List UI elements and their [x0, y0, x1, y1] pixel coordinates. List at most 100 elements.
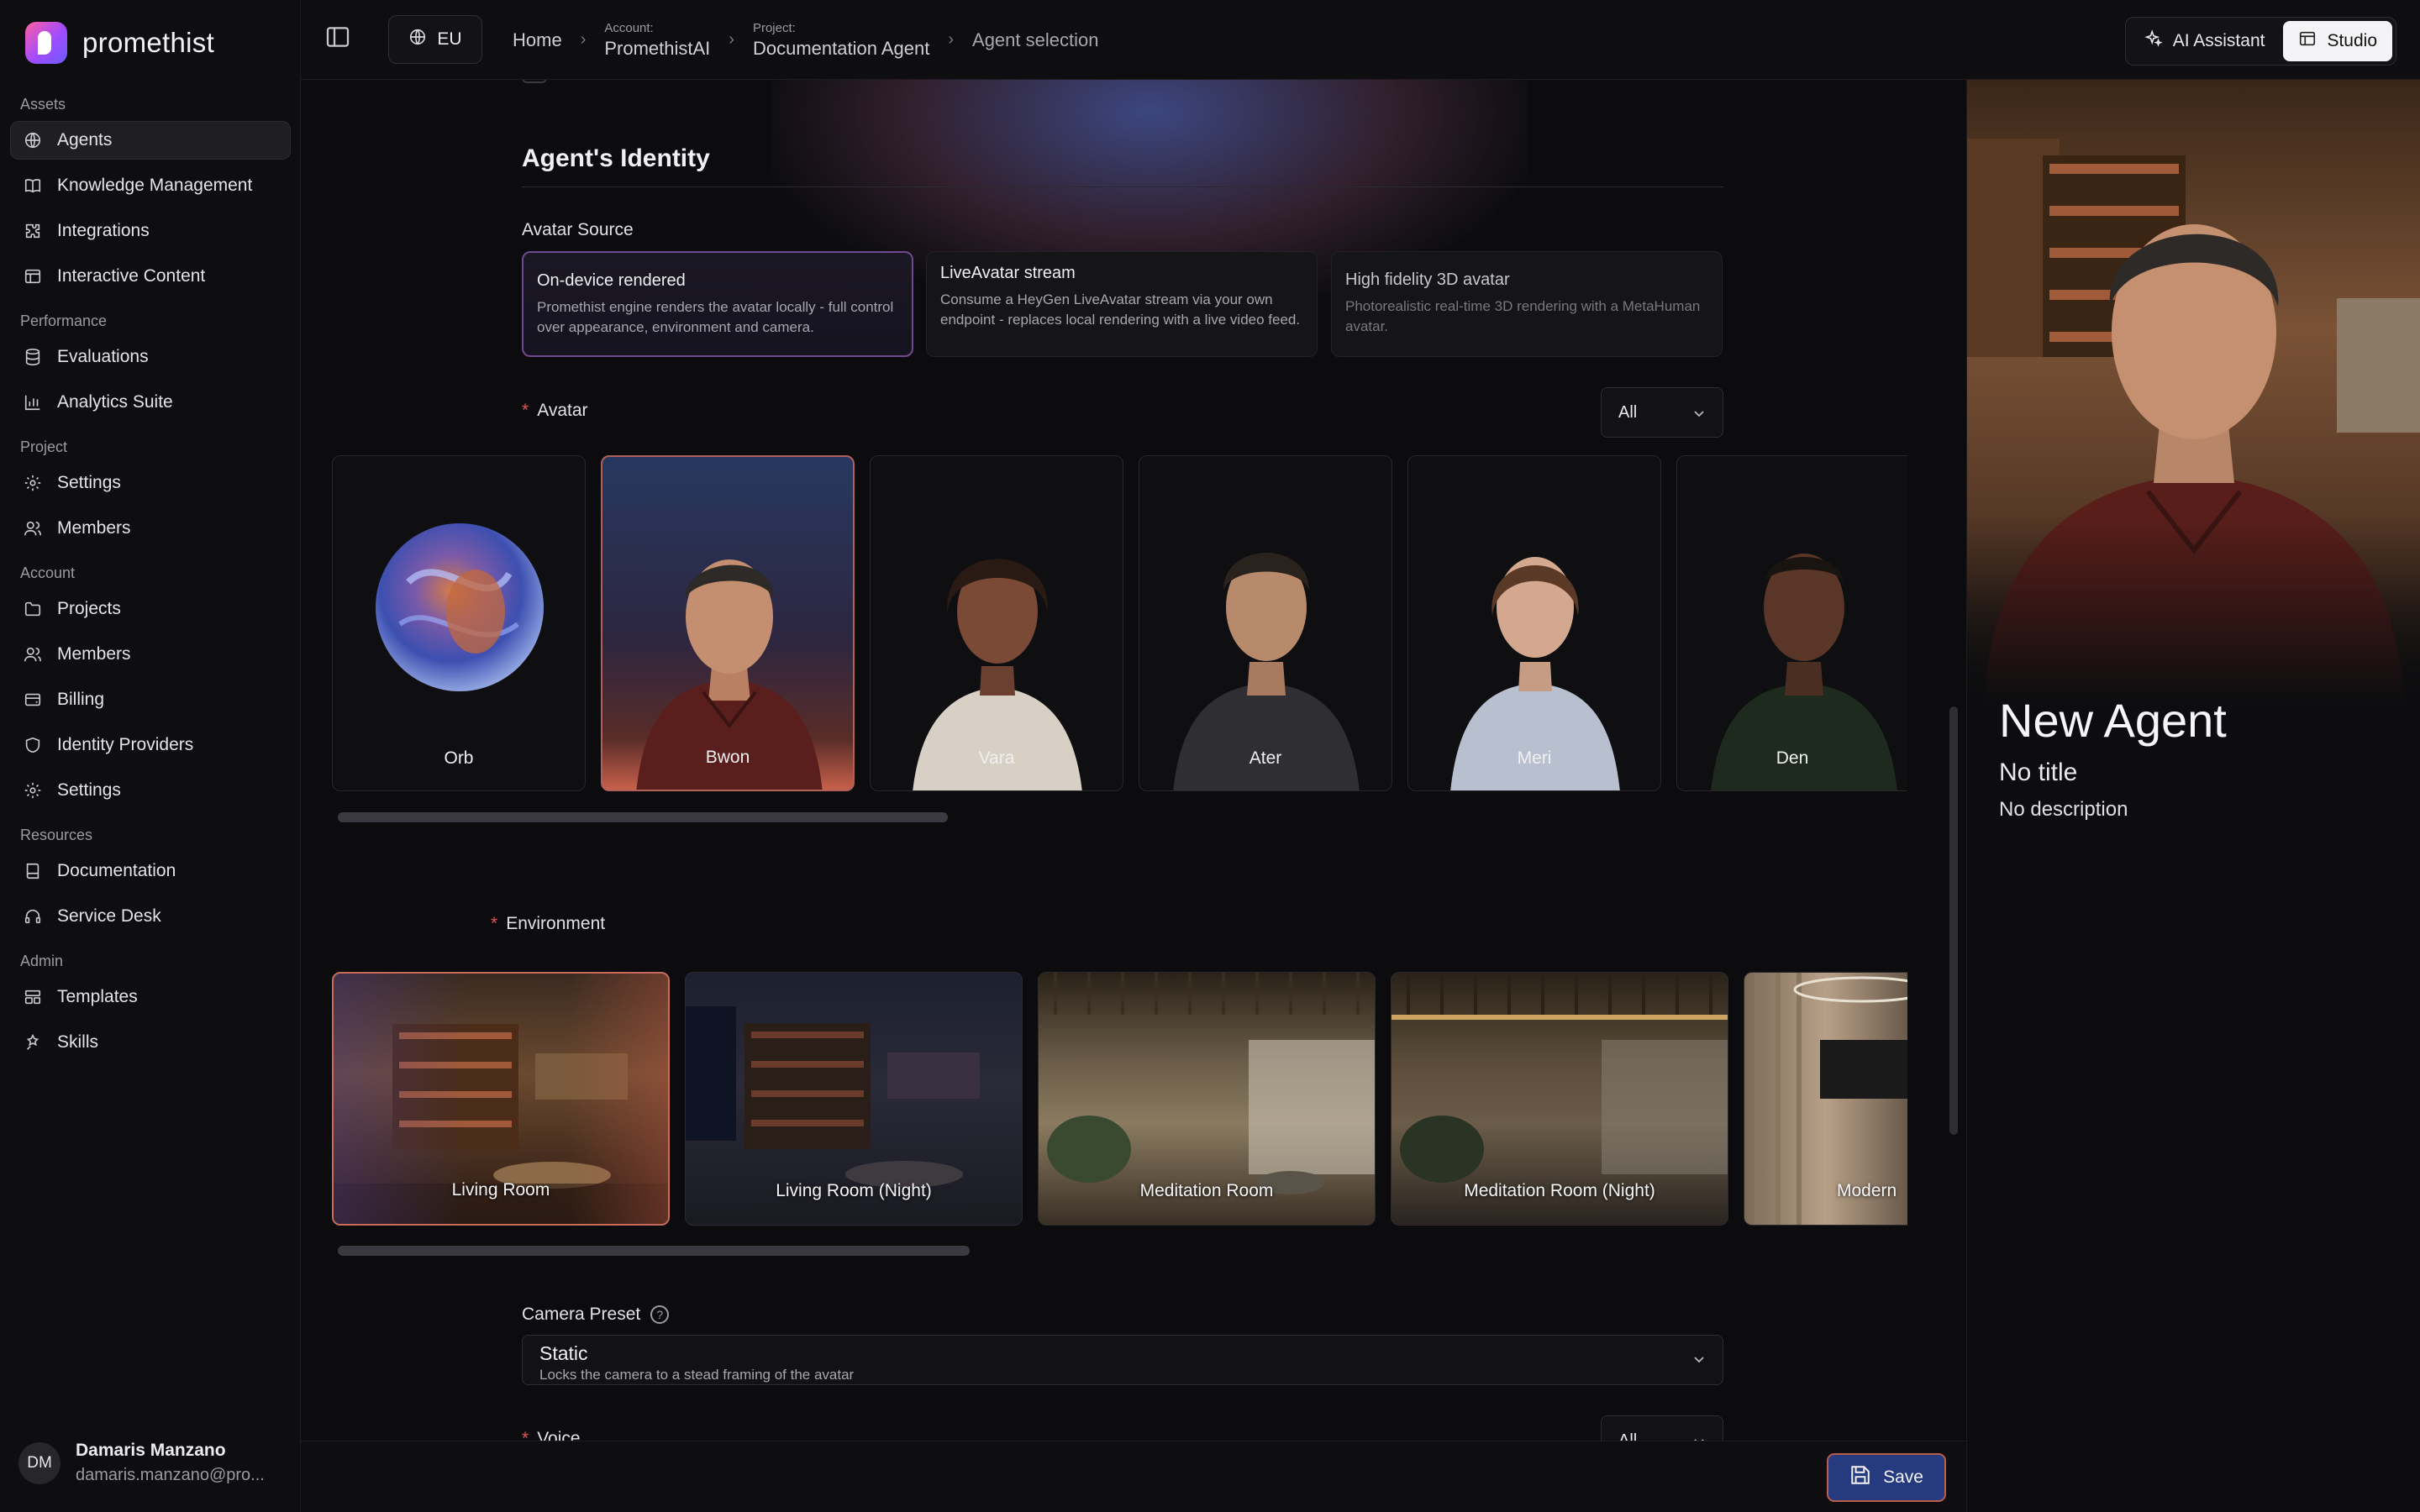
- shield-icon: [24, 736, 42, 754]
- folder-icon: [24, 600, 42, 618]
- avatar-name: Den: [1776, 748, 1809, 768]
- environment-card-living-room[interactable]: Living Room: [332, 972, 670, 1226]
- required-marker: *: [491, 914, 498, 933]
- avatar-source-label: Avatar Source: [522, 220, 634, 239]
- studio-label: Studio: [2327, 31, 2377, 50]
- user-email: damaris.manzano@pro...: [76, 1466, 265, 1484]
- sidebar-item-agents[interactable]: Agents: [10, 121, 291, 160]
- environment-name: Meditation Room (Night): [1464, 1181, 1655, 1200]
- sidebar-item-account-settings[interactable]: Settings: [10, 771, 291, 810]
- voice-filter-select[interactable]: All: [1601, 1415, 1723, 1441]
- meri-avatar-image: [1450, 557, 1620, 790]
- sidebar-item-evaluations[interactable]: Evaluations: [10, 338, 291, 376]
- sidebar-item-identity-providers[interactable]: Identity Providers: [10, 726, 291, 764]
- sidebar-item-project-settings[interactable]: Settings: [10, 464, 291, 502]
- sidebar-item-templates[interactable]: Templates: [10, 978, 291, 1016]
- sidebar-item-project-members[interactable]: Members: [10, 509, 291, 548]
- voice-filter-value: All: [1618, 1431, 1638, 1441]
- sidebar-item-label: Evaluations: [57, 347, 149, 366]
- sidebar-item-projects[interactable]: Projects: [10, 590, 291, 628]
- source-option-liveavatar[interactable]: LiveAvatar stream Consume a HeyGen LiveA…: [926, 251, 1318, 357]
- avatar-card-vara[interactable]: Vara: [870, 455, 1123, 791]
- agent-title: No title: [1999, 759, 2078, 786]
- camera-preset-label: Camera Preset?: [522, 1305, 670, 1325]
- bottom-bar: Save: [301, 1441, 1966, 1512]
- bwon-avatar-image: [636, 559, 823, 790]
- agent-description: No description: [1999, 798, 2128, 821]
- logo-text: promethist: [82, 27, 215, 58]
- user-menu[interactable]: DM Damaris Manzano damaris.manzano@pro..…: [18, 1441, 265, 1485]
- source-desc: Promethist engine renders the avatar loc…: [537, 299, 894, 335]
- sidebar-item-billing[interactable]: Billing: [10, 680, 291, 719]
- environment-card-living-room-night[interactable]: Living Room (Night): [685, 972, 1023, 1226]
- voice-label: * Voice: [522, 1429, 581, 1441]
- globe-icon: [408, 28, 427, 51]
- den-avatar-image: [1711, 554, 1897, 790]
- environment-name: Living Room (Night): [776, 1181, 932, 1200]
- ai-assistant-button[interactable]: AI Assistant: [2129, 21, 2281, 61]
- logo-mark-icon: [25, 22, 67, 64]
- avatar-card-ater[interactable]: Ater: [1139, 455, 1392, 791]
- logo[interactable]: promethist: [25, 22, 214, 64]
- source-option-on-device[interactable]: On-device rendered Promethist engine ren…: [522, 251, 913, 357]
- source-option-high-fidelity[interactable]: High fidelity 3D avatar Photorealistic r…: [1331, 251, 1723, 357]
- chevron-down-icon: [1692, 406, 1706, 419]
- avatar-name: Bwon: [705, 748, 750, 767]
- sidebar-item-knowledge-management[interactable]: Knowledge Management: [10, 166, 291, 205]
- environment-name: Meditation Room: [1139, 1181, 1274, 1200]
- skills-icon: [24, 1033, 42, 1052]
- environment-card-meditation-room[interactable]: Meditation Room: [1038, 972, 1376, 1226]
- sidebar-item-interactive-content[interactable]: Interactive Content: [10, 257, 291, 296]
- sidebar-item-documentation[interactable]: Documentation: [10, 852, 291, 890]
- help-icon[interactable]: ?: [650, 1305, 670, 1325]
- sidebar-item-account-members[interactable]: Members: [10, 635, 291, 674]
- avatar-card-orb[interactable]: Orb: [332, 455, 586, 791]
- chevron-down-icon: [1692, 1434, 1706, 1441]
- sidebar-item-service-desk[interactable]: Service Desk: [10, 897, 291, 936]
- environment-name: Modern: [1837, 1181, 1897, 1200]
- environment-list-scrollbar[interactable]: [338, 1246, 970, 1256]
- breadcrumb-project[interactable]: Project: Documentation Agent: [753, 21, 929, 60]
- gear-icon: [24, 474, 42, 492]
- sidebar-item-skills[interactable]: Skills: [10, 1023, 291, 1062]
- camera-preset-value: Static: [539, 1342, 588, 1364]
- nav-section-resources: Resources: [20, 827, 93, 843]
- environment-card-meditation-room-night[interactable]: Meditation Room (Night): [1391, 972, 1728, 1226]
- chevron-right-icon: ›: [729, 30, 734, 49]
- save-button[interactable]: Save: [1827, 1453, 1946, 1502]
- main-scrollbar[interactable]: [1949, 706, 1958, 1135]
- avatar-card-den[interactable]: Den: [1676, 455, 1907, 791]
- orb-avatar-image: [376, 523, 544, 691]
- sidebar-item-label: Documentation: [57, 861, 176, 880]
- source-title: On-device rendered: [537, 271, 686, 290]
- section-title: Agent's Identity: [522, 144, 710, 172]
- sidebar-item-label: Analytics Suite: [57, 392, 173, 412]
- users-icon: [24, 519, 42, 538]
- camera-preset-desc: Locks the camera to a stead framing of t…: [539, 1367, 855, 1383]
- sidebar-toggle-icon[interactable]: [324, 24, 358, 57]
- agent-preview-panel: New Agent No title No description: [1966, 80, 2420, 1512]
- sidebar: promethist Assets Agents Knowledge Manag…: [0, 0, 301, 1512]
- sidebar-item-label: Members: [57, 518, 131, 538]
- main-content: Agent's Identity Avatar Source On-device…: [301, 80, 1966, 1441]
- environment-card-modern[interactable]: Modern: [1744, 972, 1907, 1226]
- breadcrumb-home[interactable]: Home: [513, 29, 562, 51]
- studio-button[interactable]: Studio: [2283, 21, 2392, 61]
- source-title: High fidelity 3D avatar: [1345, 270, 1510, 289]
- save-label: Save: [1883, 1467, 1923, 1487]
- avatar-card-meri[interactable]: Meri: [1407, 455, 1661, 791]
- sidebar-item-integrations[interactable]: Integrations: [10, 212, 291, 250]
- breadcrumb-account[interactable]: Account: PromethistAI: [604, 21, 710, 60]
- sparkle-icon: [2144, 29, 2163, 53]
- avatar-filter-select[interactable]: All: [1601, 387, 1723, 438]
- avatar-card-bwon[interactable]: Bwon: [601, 455, 855, 791]
- camera-preset-select[interactable]: Static Locks the camera to a stead frami…: [522, 1335, 1723, 1385]
- nav-section-project: Project: [20, 438, 68, 455]
- region-selector[interactable]: EU: [388, 15, 482, 64]
- agent-name: New Agent: [1999, 694, 2227, 747]
- book-icon: [24, 862, 42, 880]
- sidebar-item-label: Billing: [57, 690, 105, 709]
- sidebar-item-analytics-suite[interactable]: Analytics Suite: [10, 383, 291, 422]
- avatar-list-scrollbar[interactable]: [338, 812, 948, 822]
- nav-section-account: Account: [20, 564, 76, 581]
